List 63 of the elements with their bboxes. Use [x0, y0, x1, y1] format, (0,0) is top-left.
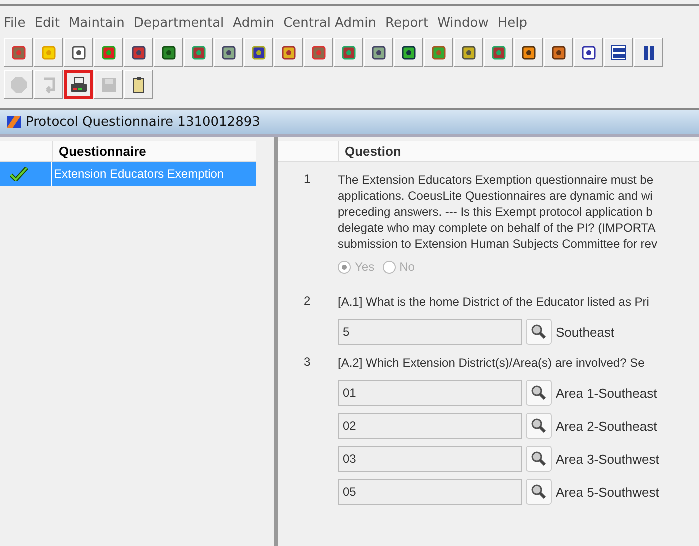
window-title: Protocol Questionnaire 1310012893	[26, 114, 260, 130]
column-header: Question	[344, 144, 402, 158]
search-button[interactable]	[526, 380, 552, 406]
answer-description: Southeast	[556, 324, 615, 340]
answer-description: Area 1-Southeast	[556, 386, 658, 400]
toolbar-icon	[490, 44, 508, 62]
toolbar-icon	[340, 44, 358, 62]
toolbar-icon	[250, 44, 268, 62]
menu-item[interactable]: Central Admin	[284, 16, 376, 36]
search-button[interactable]	[526, 446, 552, 472]
toolbar-icon	[610, 44, 628, 62]
question-text: [A.2] Which Extension District(s)/Area(s) are involved? Se	[338, 355, 646, 371]
toolbar-icon	[280, 44, 298, 62]
answer-field[interactable]: 03	[338, 446, 522, 472]
toolbar-icon	[190, 44, 208, 62]
search-button[interactable]	[526, 319, 552, 345]
toolbar-icon	[550, 44, 568, 62]
answer-description: Area 3-Southwest	[556, 452, 660, 466]
question-number: 1	[303, 172, 312, 188]
question-text: [A.1] What is the home District of the Educator listed as Pri	[338, 294, 650, 310]
menu-item[interactable]: Edit	[34, 16, 60, 36]
question-text: The Extension Educators Exemption questionnaire must be applications. CoeusLite Questionnaires are dynamic and wi preceding answers. --- Is this Exempt protocol application b delegate who may complete on behalf of the PI? (IMPORTA submission to Extension Human Subjects Committee for rev	[338, 172, 658, 252]
menu-item[interactable]: Window	[438, 16, 489, 36]
answer-field[interactable]: 02	[338, 413, 522, 439]
toolbar-icon	[220, 44, 238, 62]
printer-icon	[70, 76, 88, 94]
toolbar-icon	[10, 44, 28, 62]
toolbar-icon	[40, 44, 58, 62]
question-number: 2	[303, 294, 312, 310]
app-icon	[6, 114, 22, 130]
toolbar-icon	[70, 44, 88, 62]
toolbar-icon	[370, 44, 388, 62]
column-header: Questionnaire	[58, 144, 146, 158]
toolbar-icon	[160, 44, 178, 62]
search-icon	[531, 385, 547, 401]
toolbar-icon	[100, 44, 118, 62]
menu-item[interactable]: Report	[386, 16, 429, 36]
octagon-icon	[10, 76, 28, 94]
answer-description: Area 2-Southeast	[556, 418, 658, 434]
answer-description: Area 5-Southwest	[556, 484, 660, 500]
toolbar-icon	[400, 44, 418, 62]
menu-item[interactable]: Admin	[233, 16, 275, 36]
toolbar-icon	[460, 44, 478, 62]
answer-field[interactable]: 5	[338, 319, 522, 345]
search-icon	[531, 484, 547, 500]
search-button[interactable]	[526, 479, 552, 505]
toolbar-icon	[580, 44, 598, 62]
menu-item[interactable]: Maintain	[68, 16, 125, 36]
menu-item[interactable]: File	[4, 16, 26, 36]
toolbar-icon	[520, 44, 538, 62]
search-icon	[531, 451, 547, 467]
toolbar-icon	[430, 44, 448, 62]
toolbar-icon	[130, 44, 148, 62]
search-icon	[531, 324, 547, 340]
question-number: 3	[303, 355, 312, 371]
search-icon	[531, 418, 547, 434]
answer-field[interactable]: 01	[338, 380, 522, 406]
menu-item[interactable]: Departmental	[134, 16, 224, 36]
search-button[interactable]	[526, 413, 552, 439]
answer-field[interactable]: 05	[338, 479, 522, 505]
toolbar-button[interactable]	[64, 70, 93, 99]
toolbar-icon	[310, 44, 328, 62]
menu-item[interactable]: Help	[498, 16, 528, 36]
